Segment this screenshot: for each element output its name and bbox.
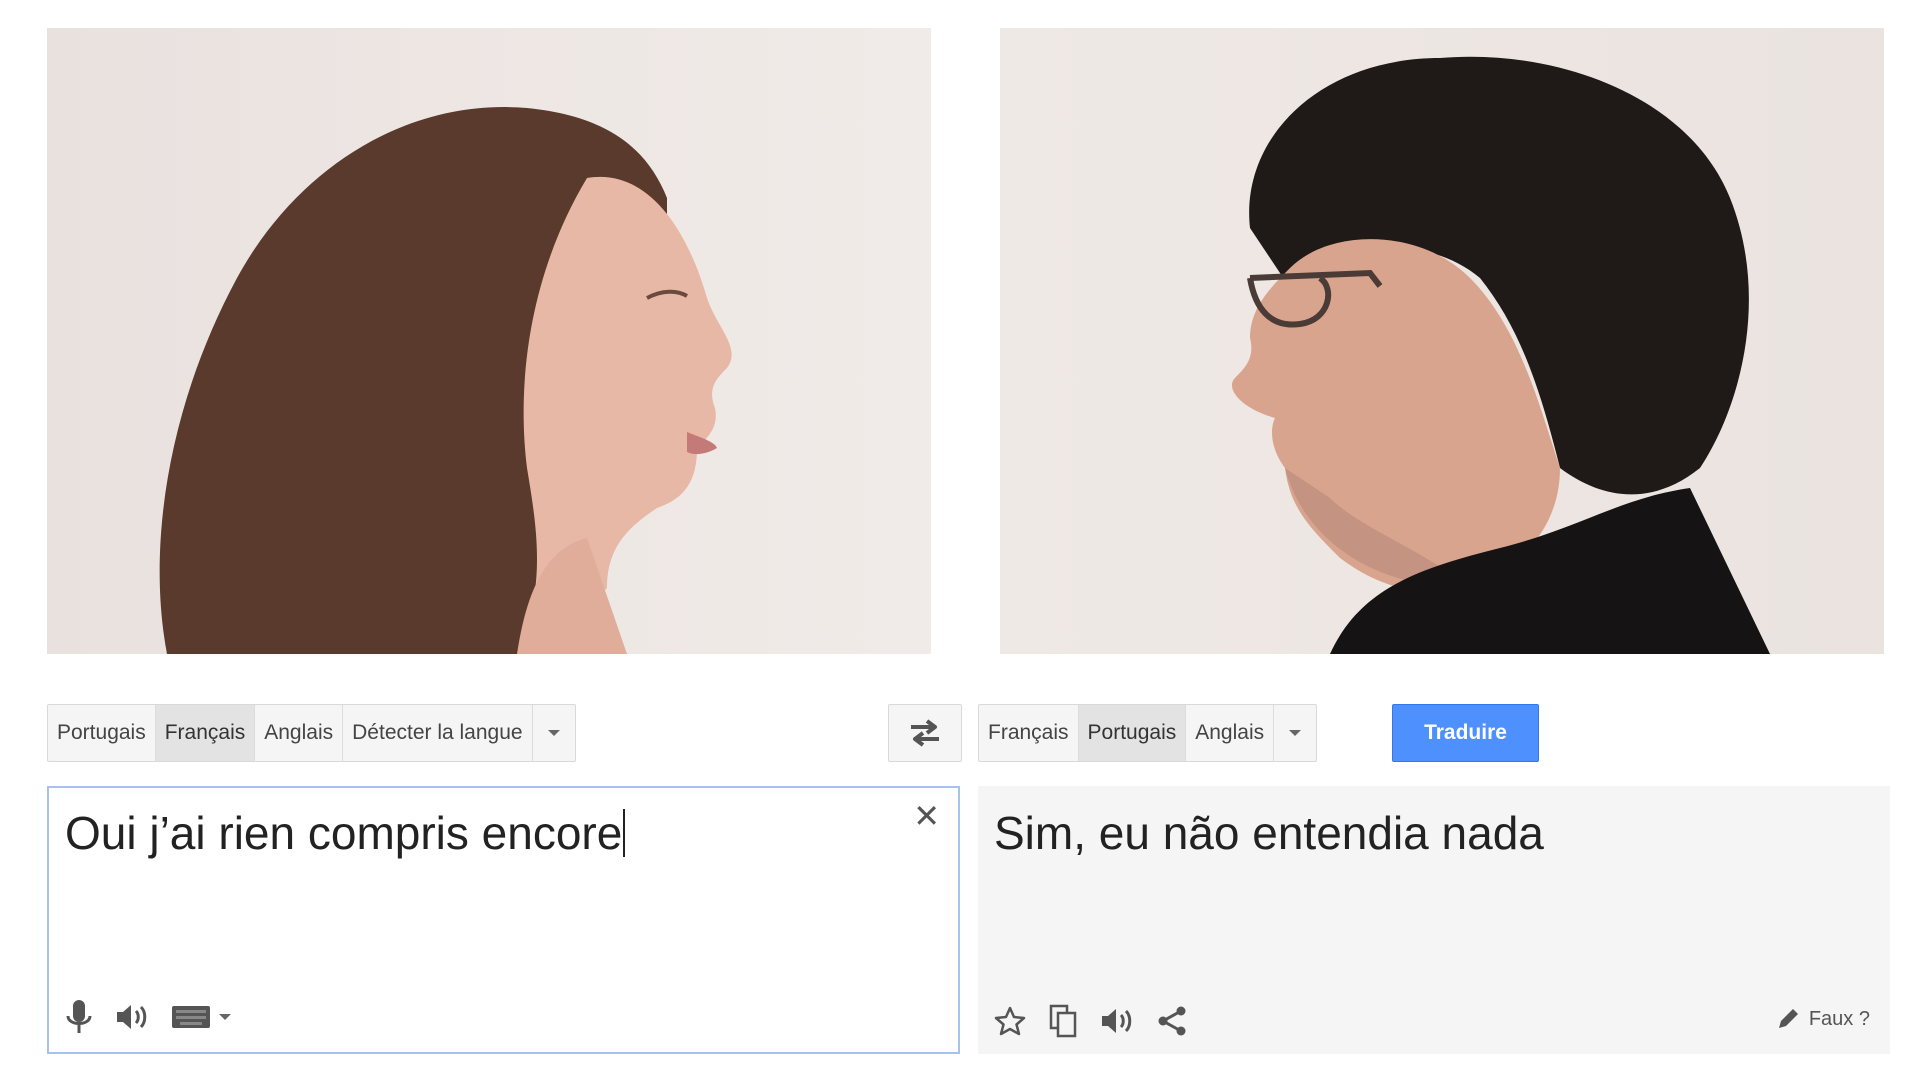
speaker-icon[interactable] [1100,1007,1134,1035]
source-tools [65,998,231,1036]
pencil-icon [1778,1009,1798,1028]
source-text-value: Oui j’ai rien compris encore [65,807,623,859]
target-lang-dropdown[interactable] [1274,705,1316,761]
source-text-area[interactable]: Oui j’ai rien compris encore ✕ [47,786,960,1054]
suggest-edit-label: Faux ? [1808,1007,1870,1030]
source-lang-anglais[interactable]: Anglais [255,705,344,761]
translate-button[interactable]: Traduire [1392,704,1539,762]
target-lang-francais[interactable]: Français [979,705,1079,761]
target-lang-portugais[interactable]: Portugais [1078,705,1187,761]
clear-icon[interactable]: ✕ [913,800,940,832]
man-profile-photo [1000,28,1884,654]
keyboard-icon [172,1006,210,1028]
woman-profile-photo [47,28,931,654]
translated-text: Sim, eu não entendia nada [994,807,1544,859]
source-lang-dropdown[interactable] [533,705,575,761]
speaker-icon[interactable] [115,1003,149,1031]
keyboard-selector[interactable] [171,1004,231,1030]
suggest-edit-link[interactable]: Faux ? [1775,1006,1870,1032]
text-caret [623,809,626,857]
swap-languages-button[interactable] [888,704,962,762]
chevron-down-icon [219,1014,231,1020]
target-language-bar: Français Portugais Anglais [978,704,1318,762]
share-icon[interactable] [1156,1005,1188,1037]
star-icon[interactable] [994,1005,1026,1037]
translation-output: Sim, eu não entendia nada Faux ? [978,786,1890,1054]
source-lang-detect[interactable]: Détecter la langue [343,705,533,761]
target-tools [994,1004,1188,1038]
source-text[interactable]: Oui j’ai rien compris encore [65,806,626,860]
chevron-down-icon [1289,730,1302,736]
source-lang-francais[interactable]: Français [155,705,256,761]
microphone-icon[interactable] [65,998,93,1036]
source-lang-portugais[interactable]: Portugais [48,705,156,761]
chevron-down-icon [547,730,560,736]
swap-icon [911,719,939,747]
source-language-bar: Portugais Français Anglais Détecter la l… [47,704,576,762]
copy-icon[interactable] [1048,1004,1078,1038]
target-lang-anglais[interactable]: Anglais [1186,705,1275,761]
